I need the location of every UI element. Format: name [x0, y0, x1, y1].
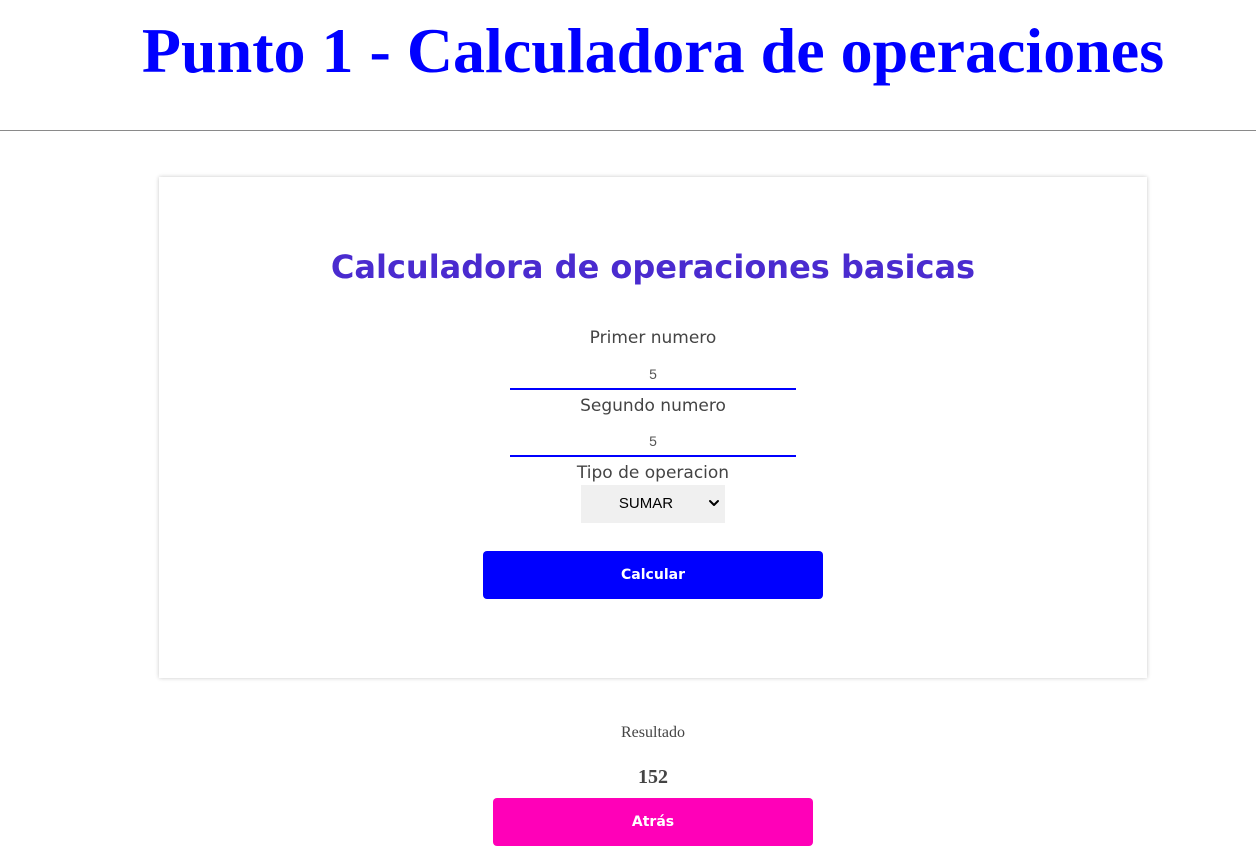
first-number-label: Primer numero	[589, 328, 717, 348]
page-title: Punto 1 - Calculadora de operaciones	[141, 15, 1165, 86]
title-divider	[0, 130, 1256, 131]
chevron-down-icon	[709, 500, 719, 506]
calculate-button[interactable]: Calcular	[483, 551, 823, 599]
back-button[interactable]: Atrás	[493, 798, 813, 846]
second-number-input[interactable]	[510, 427, 796, 457]
result-label: Resultado	[621, 724, 685, 741]
operation-type-label: Tipo de operacion	[576, 463, 730, 483]
result-value: 152	[638, 766, 668, 788]
operation-select-value: SUMAR	[618, 495, 674, 512]
first-number-input[interactable]	[510, 360, 796, 390]
calculator-title: Calculadora de operaciones basicas	[330, 248, 976, 286]
operation-select[interactable]: SUMAR	[581, 485, 725, 523]
second-number-label: Segundo numero	[580, 396, 726, 416]
